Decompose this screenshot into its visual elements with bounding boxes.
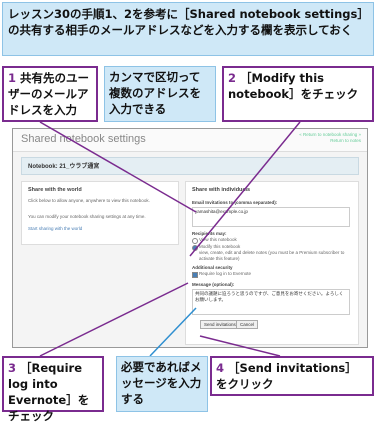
callout-step-4-text: ［Send invitations］をクリック — [216, 361, 357, 391]
message-label: Message (optional): — [192, 282, 235, 287]
email-input[interactable]: yamashita@example.co.jp — [192, 207, 350, 227]
notebook-bar: Notebook: 21_ウラブ通宮 — [21, 157, 359, 175]
callout-step-2: 2 ［Modify this notebook］をチェック — [222, 66, 374, 122]
recipients-label: Recipients may: — [192, 231, 227, 236]
header-links: « Return to notebook sharing » Return to… — [299, 132, 361, 144]
modify-option-desc: view, create, edit and delete notes (you… — [199, 250, 345, 261]
cancel-button[interactable]: Cancel — [236, 320, 259, 329]
callout-step-3: 3 ［Require log into Evernote］をチェック — [2, 356, 104, 423]
callout-step-4-number: 4 — [216, 361, 225, 375]
email-label: Email Invitations to (comma separated): — [192, 200, 278, 205]
page-title: Shared notebook settings — [21, 133, 146, 145]
share-world-desc: Click below to allow anyone, anywhere to… — [28, 198, 150, 203]
require-login-label: Require log in to Evernote — [199, 271, 252, 276]
callout-step-3-number: 3 — [8, 361, 17, 375]
send-invitations-button[interactable]: Send invitations — [200, 320, 240, 329]
intro-callout: レッスン30の手順1、2を参考に［Shared notebook setting… — [2, 2, 374, 56]
share-individuals-heading: Share with individuals — [192, 187, 251, 193]
start-sharing-world-button[interactable]: Start sharing with the world — [28, 226, 82, 231]
view-option-label: View this notebook — [199, 237, 237, 242]
return-notes-link[interactable]: Return to notes — [299, 138, 361, 144]
callout-step-1: 1 共有先のユーザーのメールアドレスを入力 — [2, 66, 98, 122]
modify-radio[interactable] — [192, 245, 198, 251]
callout-step-2-number: 2 — [228, 71, 237, 85]
callout-comma-note: カンマで区切って複数のアドレスを入力できる — [104, 66, 216, 122]
callout-step-1-number: 1 — [8, 71, 17, 85]
share-world-note: You can modify your notebook sharing set… — [28, 214, 146, 219]
share-individuals-panel: Share with individuals Email Invitations… — [185, 181, 359, 345]
share-world-panel: Share with the world Click below to allo… — [21, 181, 179, 245]
callout-message-note: 必要であればメッセージを入力する — [116, 356, 208, 412]
callout-step-4: 4 ［Send invitations］をクリック — [210, 356, 374, 396]
security-label: Additional security — [192, 265, 233, 270]
top-bar: Shared notebook settings « Return to not… — [13, 129, 367, 152]
message-textarea[interactable]: 共同の議題に迫ろうと思うのですが、ご意見をお寄せください。よろしくお願いします。 — [192, 289, 350, 315]
require-login-checkbox[interactable] — [192, 272, 198, 278]
notebook-label: Notebook: 21_ウラブ通宮 — [28, 164, 100, 170]
evernote-screenshot: Shared notebook settings « Return to not… — [12, 128, 368, 348]
callout-step-1-text: 共有先のユーザーのメールアドレスを入力 — [8, 71, 90, 117]
view-radio[interactable] — [192, 238, 198, 244]
callout-step-2-text: ［Modify this notebook］をチェック — [228, 71, 359, 101]
share-world-heading: Share with the world — [28, 187, 82, 193]
